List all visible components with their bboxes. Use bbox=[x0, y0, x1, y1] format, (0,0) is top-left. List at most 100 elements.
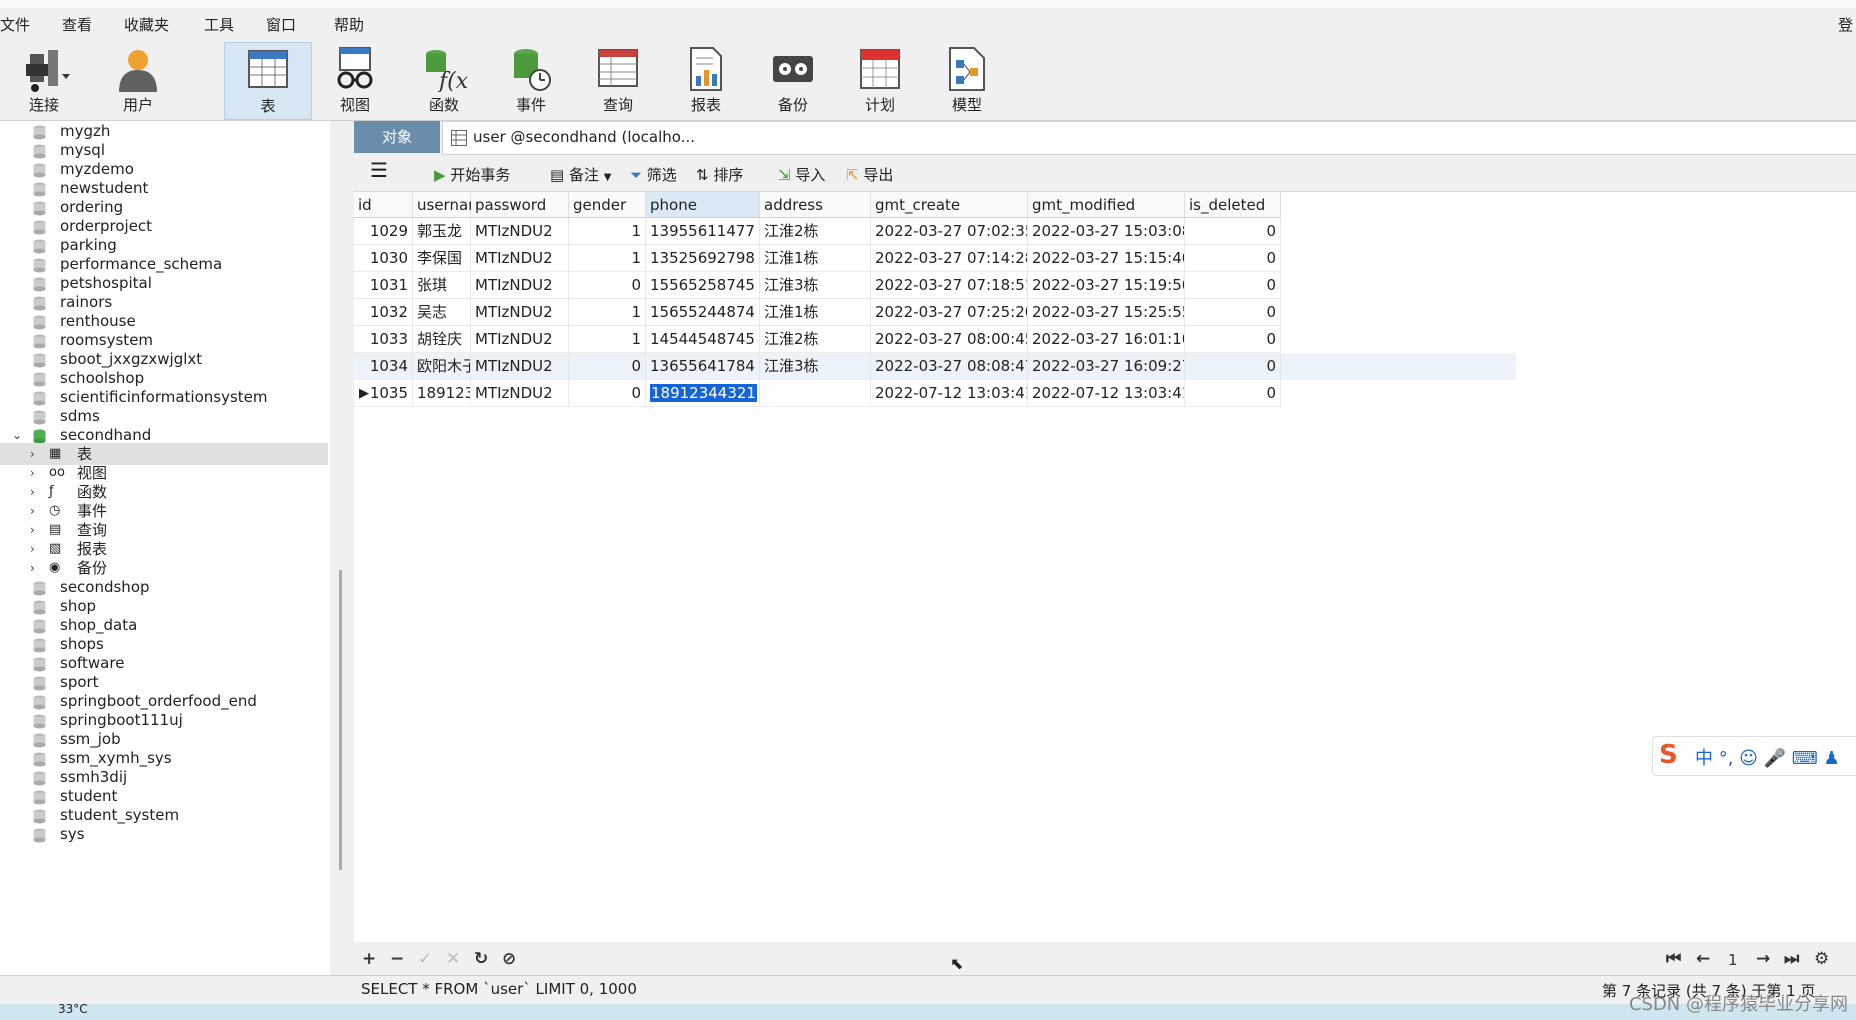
settings-gear-icon[interactable]: ⚙ bbox=[1814, 949, 1829, 969]
menu-file[interactable]: 文件 bbox=[0, 14, 30, 35]
cell-is_deleted[interactable]: 0 bbox=[1185, 299, 1281, 326]
column-header-id[interactable]: id bbox=[354, 192, 413, 218]
toolbar-function-button[interactable]: f(x) 函数 bbox=[404, 42, 484, 118]
cell-gmt_modified[interactable]: 2022-03-27 15:25:55 bbox=[1028, 299, 1185, 326]
cell-phone[interactable]: 13655641784 bbox=[646, 353, 760, 380]
cell-gender[interactable]: 1 bbox=[569, 326, 646, 353]
tab-user-table[interactable]: user @secondhand (localho... bbox=[442, 121, 1856, 155]
cell-phone[interactable]: 18912344321 bbox=[646, 380, 760, 407]
apply-check-icon[interactable]: ✓ bbox=[418, 949, 432, 969]
cell-id[interactable]: 1030 bbox=[354, 245, 413, 272]
cell-gender[interactable]: 0 bbox=[569, 353, 646, 380]
toolbar-connect-button[interactable]: 连接 bbox=[4, 42, 84, 118]
cell-gmt_modified[interactable]: 2022-03-27 15:03:08 bbox=[1028, 218, 1185, 245]
cell-id[interactable]: 1033 bbox=[354, 326, 413, 353]
cell-address[interactable]: 江淮1栋 bbox=[760, 299, 871, 326]
cell-gmt_create[interactable]: 2022-03-27 08:08:47 bbox=[871, 353, 1028, 380]
cell-gmt_create[interactable]: 2022-03-27 07:02:35 bbox=[871, 218, 1028, 245]
column-header-is_deleted[interactable]: is_deleted bbox=[1185, 192, 1281, 218]
cell-gender[interactable]: 1 bbox=[569, 245, 646, 272]
column-header-username[interactable]: username bbox=[413, 192, 492, 218]
cell-address[interactable] bbox=[760, 380, 871, 407]
toolbar-event-button[interactable]: 事件 bbox=[491, 42, 571, 118]
delete-record-icon[interactable]: − bbox=[390, 949, 404, 969]
cell-is_deleted[interactable]: 0 bbox=[1185, 218, 1281, 245]
cell-password[interactable]: MTIzNDU2 bbox=[471, 299, 569, 326]
cell-is_deleted[interactable]: 0 bbox=[1185, 272, 1281, 299]
cell-is_deleted[interactable]: 0 bbox=[1185, 380, 1281, 407]
cell-password[interactable]: MTIzNDU2 bbox=[471, 245, 569, 272]
cell-is_deleted[interactable]: 0 bbox=[1185, 353, 1281, 380]
cell-gmt_create[interactable]: 2022-03-27 08:00:45 bbox=[871, 326, 1028, 353]
cell-gender[interactable]: 0 bbox=[569, 380, 646, 407]
cell-password[interactable]: MTIzNDU2 bbox=[471, 218, 569, 245]
page-number[interactable]: 1 bbox=[1728, 951, 1738, 969]
ime-toolbar[interactable]: S 中 °, ☺ 🎤 ⌨ ♟ bbox=[1652, 736, 1856, 776]
cell-address[interactable]: 江淮2栋 bbox=[760, 326, 871, 353]
cell-gmt_modified[interactable]: 2022-07-12 13:03:41 bbox=[1028, 380, 1185, 407]
previous-page-icon[interactable]: ← bbox=[1696, 949, 1710, 969]
add-record-icon[interactable]: + bbox=[362, 949, 376, 969]
cell-gmt_modified[interactable]: 2022-03-27 16:01:10 bbox=[1028, 326, 1185, 353]
cell-username[interactable]: 胡铨庆 bbox=[413, 326, 471, 353]
toolbar-report-button[interactable]: 报表 bbox=[666, 42, 746, 118]
cell-phone[interactable]: 13525692798 bbox=[646, 245, 760, 272]
note-button[interactable]: ▤ 备注 ▼ bbox=[550, 164, 611, 185]
cell-username[interactable]: 欧阳木子 bbox=[413, 353, 471, 380]
toolbar-table-button[interactable]: 表 bbox=[224, 42, 312, 120]
weather-temperature[interactable]: 33°C bbox=[58, 1002, 88, 1016]
ime-controls[interactable]: 中 °, ☺ 🎤 ⌨ ♟ bbox=[1695, 744, 1840, 770]
column-header-phone[interactable]: phone bbox=[646, 192, 760, 218]
stop-icon[interactable]: ⊘ bbox=[502, 949, 516, 969]
discard-x-icon[interactable]: ✕ bbox=[446, 949, 460, 969]
import-button[interactable]: ⇲ 导入 bbox=[778, 164, 825, 185]
cell-password[interactable]: MTIzNDU2 bbox=[471, 326, 569, 353]
cell-password[interactable]: MTIzNDU2 bbox=[471, 353, 569, 380]
cell-gmt_modified[interactable]: 2022-03-27 15:19:50 bbox=[1028, 272, 1185, 299]
cell-id[interactable]: 1034 bbox=[354, 353, 413, 380]
toolbar-model-button[interactable]: 模型 bbox=[927, 42, 1007, 118]
sort-button[interactable]: ⇅ 排序 bbox=[696, 164, 743, 185]
export-button[interactable]: ⇱ 导出 bbox=[846, 164, 893, 185]
cell-id[interactable]: 1035 bbox=[354, 380, 413, 407]
cell-address[interactable]: 江淮3栋 bbox=[760, 353, 871, 380]
cell-username[interactable]: 张琪 bbox=[413, 272, 471, 299]
last-page-icon[interactable]: ⏭ bbox=[1784, 949, 1799, 969]
menu-help[interactable]: 帮助 bbox=[334, 14, 364, 35]
menu-window[interactable]: 窗口 bbox=[266, 14, 296, 35]
login-button[interactable]: 登 bbox=[1838, 14, 1853, 35]
sidebar-db-item[interactable]: sys bbox=[0, 823, 328, 845]
cell-phone[interactable]: 13955611477 bbox=[646, 218, 760, 245]
column-header-password[interactable]: password bbox=[471, 192, 569, 218]
next-page-icon[interactable]: → bbox=[1756, 949, 1770, 969]
cell-username[interactable]: 18912344321 bbox=[413, 380, 471, 407]
menu-favorites[interactable]: 收藏夹 bbox=[124, 14, 169, 35]
cell-gmt_create[interactable]: 2022-03-27 07:18:51 bbox=[871, 272, 1028, 299]
cell-id[interactable]: 1029 bbox=[354, 218, 413, 245]
column-header-gmt_create[interactable]: gmt_create bbox=[871, 192, 1028, 218]
first-page-icon[interactable]: ⏮ bbox=[1666, 949, 1681, 969]
cell-gender[interactable]: 1 bbox=[569, 299, 646, 326]
cell-id[interactable]: 1031 bbox=[354, 272, 413, 299]
menu-hamburger-icon[interactable]: ☰ bbox=[370, 158, 388, 182]
cell-password[interactable]: MTIzNDU2 bbox=[471, 380, 569, 407]
cell-gmt_create[interactable]: 2022-03-27 07:25:20 bbox=[871, 299, 1028, 326]
tab-objects[interactable]: 对象 bbox=[354, 121, 440, 153]
menu-view[interactable]: 查看 bbox=[62, 14, 92, 35]
menu-tools[interactable]: 工具 bbox=[204, 14, 234, 35]
cell-is_deleted[interactable]: 0 bbox=[1185, 245, 1281, 272]
filter-button[interactable]: ⏷ 筛选 bbox=[630, 164, 677, 185]
refresh-icon[interactable]: ↻ bbox=[474, 949, 488, 969]
cell-phone[interactable]: 15655244874 bbox=[646, 299, 760, 326]
column-header-gender[interactable]: gender bbox=[569, 192, 646, 218]
begin-transaction-button[interactable]: ▶ 开始事务 bbox=[434, 164, 510, 185]
cell-password[interactable]: MTIzNDU2 bbox=[471, 272, 569, 299]
cell-id[interactable]: 1032 bbox=[354, 299, 413, 326]
column-header-address[interactable]: address bbox=[760, 192, 871, 218]
cell-address[interactable]: 江淮1栋 bbox=[760, 245, 871, 272]
toolbar-schedule-button[interactable]: 计划 bbox=[840, 42, 920, 118]
cell-gender[interactable]: 1 bbox=[569, 218, 646, 245]
column-header-gmt_modified[interactable]: gmt_modified bbox=[1028, 192, 1185, 218]
cell-address[interactable]: 江淮2栋 bbox=[760, 218, 871, 245]
cell-address[interactable]: 江淮3栋 bbox=[760, 272, 871, 299]
